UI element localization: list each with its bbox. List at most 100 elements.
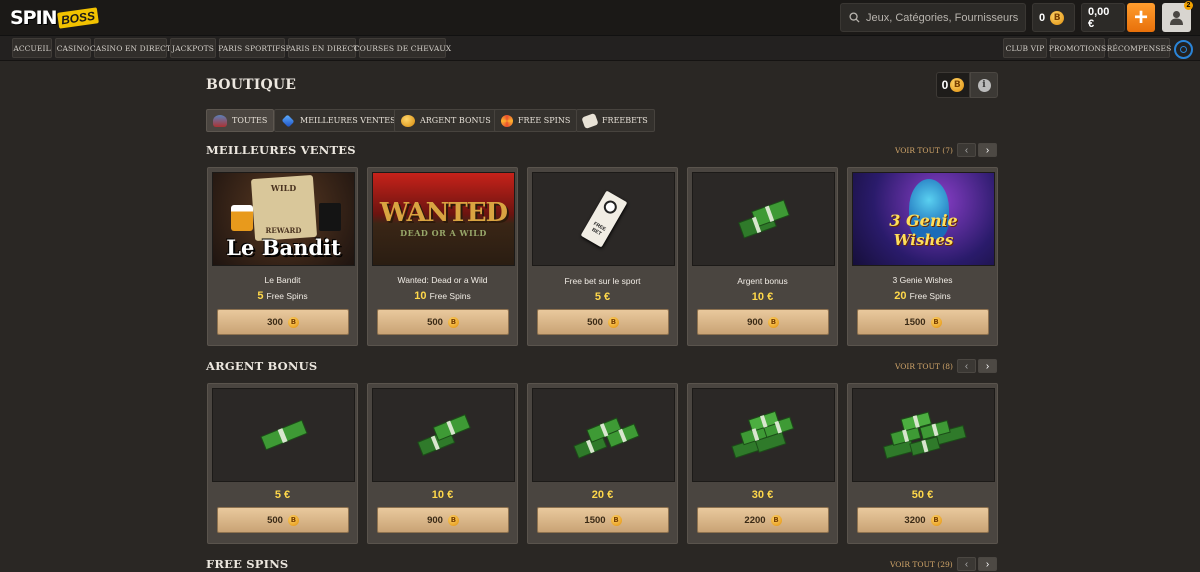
money-stack-icon [730, 410, 794, 459]
card-name: Le Bandit [264, 275, 301, 285]
game-subtitle-text: DEAD OR A WILD [400, 228, 487, 238]
price-label: 500 [267, 514, 283, 526]
buy-button[interactable]: 900 B [697, 309, 829, 335]
info-button[interactable]: i [970, 72, 998, 98]
search-box[interactable] [840, 3, 1026, 32]
coin-icon: B [767, 316, 779, 328]
search-input[interactable] [866, 11, 1025, 24]
buy-button[interactable]: 2200 B [697, 507, 829, 533]
buy-button[interactable]: 1500 B [857, 309, 989, 335]
coin-balance-value: 0 [1039, 11, 1046, 24]
section-title: MEILLEURES VENTES [206, 143, 356, 157]
chevron-left-icon: ‹ [964, 558, 969, 570]
shop-card[interactable]: Argent bonus 10 € 900 B [687, 167, 838, 346]
coin-balance[interactable]: 0 B [1032, 3, 1075, 32]
buy-button[interactable]: 500 B [537, 309, 669, 335]
value-unit: Free Spins [266, 291, 308, 301]
price-label: 1500 [904, 316, 926, 328]
wallet-balance[interactable]: 0,00 € [1081, 3, 1125, 32]
spin-wheel-icon [501, 114, 513, 127]
shop-card[interactable]: 5 € 500 B [207, 383, 358, 544]
item-thumbnail [212, 388, 355, 482]
coin-icon: B [770, 514, 782, 526]
circle-icon [1180, 46, 1187, 53]
game-subtitle-text: Wishes [893, 231, 954, 249]
ticket-text: FREE BET [590, 220, 607, 238]
game-thumbnail: 3 Genie Wishes [852, 172, 995, 266]
nav-club-vip[interactable]: Club VIP [1003, 38, 1047, 58]
see-all-link[interactable]: VOIR TOUT (8) [895, 362, 953, 371]
buy-button[interactable]: 500 B [377, 309, 509, 335]
see-all-link[interactable]: VOIR TOUT (29) [890, 560, 953, 569]
spinboss-logo[interactable]: SPIN BOSS [10, 5, 99, 31]
money-stack-icon [572, 417, 640, 459]
coin-icon: B [1050, 10, 1065, 25]
shop-balance-value: 0 B [936, 72, 970, 98]
buy-button[interactable]: 900 B [377, 507, 509, 533]
card-value: 30 € [751, 489, 774, 501]
shop-balance-amount: 0 [941, 78, 949, 92]
nav-accueil[interactable]: Accueil [12, 38, 52, 58]
filter-toutes[interactable]: Toutes [206, 109, 275, 132]
page-title: BOUTIQUE [206, 77, 297, 93]
card-name: Free bet sur le sport [564, 276, 641, 286]
filter-argent-bonus[interactable]: Argent bonus [394, 109, 498, 132]
nav-courses-de-chevaux[interactable]: Courses de chevaux [354, 38, 451, 58]
shop-card[interactable]: 3 Genie Wishes 3 Genie Wishes 20 Free Sp… [847, 167, 998, 346]
nav-recompenses[interactable]: Récompenses [1107, 38, 1171, 58]
shop-card[interactable]: 50 € 3200 B [847, 383, 998, 544]
game-thumbnail: WILD REWARD Le Bandit [212, 172, 355, 266]
next-arrow-button[interactable]: › [978, 143, 997, 157]
section-title: ARGENT BONUS [206, 359, 318, 373]
coin-icon: B [930, 316, 942, 328]
nav-promotions[interactable]: Promotions [1049, 38, 1106, 58]
diamond-icon [281, 114, 295, 127]
card-value: 10 € [431, 489, 454, 501]
see-all-link[interactable]: VOIR TOUT (7) [895, 146, 953, 155]
nav-paris-en-direct[interactable]: Paris en direct [286, 38, 358, 58]
filter-meilleures-ventes[interactable]: Meilleures ventes [274, 109, 403, 132]
nav-casino[interactable]: Casino [55, 38, 91, 58]
shop-card[interactable]: FREE BET Free bet sur le sport 5 € 500 B [527, 167, 678, 346]
treasure-chest-icon [213, 114, 227, 127]
card-name: Wanted: Dead or a Wild [397, 275, 488, 285]
shop-card[interactable]: 30 € 2200 B [687, 383, 838, 544]
prev-arrow-button[interactable]: ‹ [957, 143, 976, 157]
price-label: 900 [427, 514, 443, 526]
filter-label: Toutes [232, 116, 268, 125]
coin-icon: B [607, 316, 619, 328]
coins-icon [401, 114, 415, 127]
filter-freebets[interactable]: Freebets [576, 109, 655, 132]
coin-icon: B [610, 514, 622, 526]
filter-label: Free spins [518, 116, 571, 125]
filter-free-spins[interactable]: Free spins [494, 109, 578, 132]
next-arrow-button[interactable]: › [978, 359, 997, 373]
support-button[interactable] [1174, 40, 1193, 59]
shop-card[interactable]: WANTED DEAD OR A WILD Wanted: Dead or a … [367, 167, 518, 346]
game-logo-text: WANTED [379, 198, 508, 228]
freebet-ticket-icon: FREE BET [580, 190, 627, 248]
buy-button[interactable]: 300 B [217, 309, 349, 335]
account-button[interactable]: 2 [1162, 1, 1193, 32]
prev-arrow-button[interactable]: ‹ [957, 359, 976, 373]
game-thumbnail: WANTED DEAD OR A WILD [372, 172, 515, 266]
nav-jackpots[interactable]: Jackpots [170, 38, 216, 58]
shop-card[interactable]: 10 € 900 B [367, 383, 518, 544]
card-value: 20 € [591, 489, 614, 501]
shop-card[interactable]: WILD REWARD Le Bandit Le Bandit 5 Free S… [207, 167, 358, 346]
buy-button[interactable]: 3200 B [857, 507, 989, 533]
nav-casino-en-direct[interactable]: Casino en direct [90, 38, 171, 58]
buy-button[interactable]: 500 B [217, 507, 349, 533]
prev-arrow-button[interactable]: ‹ [957, 557, 976, 571]
next-arrow-button[interactable]: › [978, 557, 997, 571]
shop-card[interactable]: 20 € 1500 B [527, 383, 678, 544]
price-label: 500 [427, 316, 443, 328]
card-value: 5 € [594, 291, 611, 303]
buy-button[interactable]: 1500 B [537, 507, 669, 533]
chevron-left-icon: ‹ [964, 144, 969, 156]
deposit-button[interactable]: + [1127, 3, 1155, 32]
nav-paris-sportifs[interactable]: Paris sportifs [218, 38, 286, 58]
beer-mug-art [231, 205, 253, 231]
coin-icon: B [447, 316, 459, 328]
genie-art [909, 179, 949, 239]
